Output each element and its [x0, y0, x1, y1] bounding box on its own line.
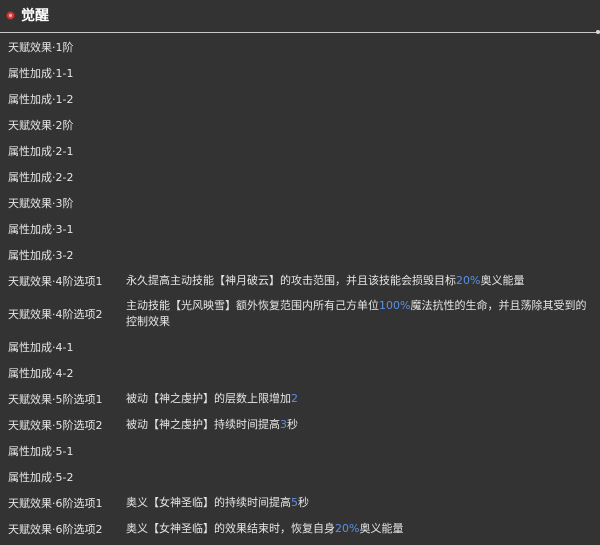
- highlight-value: 20%: [456, 274, 481, 287]
- row-label: 属性加成·5-1: [8, 445, 74, 458]
- description-text: 永久提高主动技能【神月破云】的攻击范围，并且该技能会损毁目标: [126, 274, 456, 287]
- red-dot-icon: [6, 11, 15, 20]
- row-label: 天赋效果·5阶选项2: [8, 419, 103, 432]
- description-text: 奥义能量: [359, 522, 404, 535]
- section-header: 觉醒: [0, 0, 600, 34]
- row-label: 天赋效果·2阶: [8, 119, 74, 132]
- table-row: 属性加成·2-2: [0, 164, 600, 190]
- description-text: 秒: [298, 496, 309, 509]
- highlight-value: 20%: [335, 522, 360, 535]
- row-label: 属性加成·2-1: [8, 145, 74, 158]
- table-row: 天赋效果·1阶: [0, 34, 600, 60]
- row-label: 属性加成·2-2: [8, 171, 74, 184]
- table-row: 属性加成·5-2: [0, 464, 600, 490]
- row-description: 被动【神之虔护】持续时间提高3秒: [126, 417, 592, 433]
- row-label: 天赋效果·4阶选项1: [8, 275, 103, 288]
- highlight-value: 3: [280, 418, 287, 431]
- awakening-panel: 觉醒 天赋效果·1阶 属性加成·1-1 属性加成·1-2 天赋效果·2阶 属性加成·2-…: [0, 0, 600, 545]
- highlight-value: 2: [291, 392, 298, 405]
- description-text: 奥义【女神圣临】的持续时间提高: [126, 496, 291, 509]
- table-row: 属性加成·1-2: [0, 86, 600, 112]
- row-description: 被动【神之虔护】的层数上限增加2: [126, 391, 592, 407]
- row-description: 主动技能【光风映雪】额外恢复范围内所有己方单位100%魔法抗性的生命，并且荡除其…: [126, 298, 592, 330]
- description-text: 被动【神之虔护】的层数上限增加: [126, 392, 291, 405]
- row-description: 奥义【女神圣临】的效果结束时，恢复自身20%奥义能量: [126, 521, 592, 537]
- table-row: 天赋效果·2阶: [0, 112, 600, 138]
- table-row: 属性加成·3-1: [0, 216, 600, 242]
- row-description: 奥义【女神圣临】的持续时间提高5秒: [126, 495, 592, 511]
- table-row: 属性加成·5-1: [0, 438, 600, 464]
- row-label: 属性加成·4-2: [8, 367, 74, 380]
- row-label: 属性加成·1-1: [8, 67, 74, 80]
- row-label: 天赋效果·6阶选项2: [8, 523, 103, 536]
- row-description: 永久提高主动技能【神月破云】的攻击范围，并且该技能会损毁目标20%奥义能量: [126, 273, 592, 289]
- section-title: 觉醒: [21, 8, 49, 24]
- highlight-value: 5: [291, 496, 298, 509]
- table-row: 天赋效果·5阶选项1 被动【神之虔护】的层数上限增加2: [0, 386, 600, 412]
- row-label: 天赋效果·6阶选项1: [8, 497, 103, 510]
- description-text: 被动【神之虔护】持续时间提高: [126, 418, 280, 431]
- table-row: 天赋效果·4阶选项2 主动技能【光风映雪】额外恢复范围内所有己方单位100%魔法抗…: [0, 294, 600, 334]
- table-row: 天赋效果·5阶选项2 被动【神之虔护】持续时间提高3秒: [0, 412, 600, 438]
- row-label: 天赋效果·1阶: [8, 41, 74, 54]
- table-row: 天赋效果·6阶选项1 奥义【女神圣临】的持续时间提高5秒: [0, 490, 600, 516]
- talent-list: 天赋效果·1阶 属性加成·1-1 属性加成·1-2 天赋效果·2阶 属性加成·2-1 属性…: [0, 34, 600, 542]
- highlight-value: 100%: [379, 299, 411, 312]
- table-row: 属性加成·2-1: [0, 138, 600, 164]
- description-text: 秒: [287, 418, 298, 431]
- row-label: 属性加成·1-2: [8, 93, 74, 106]
- row-label: 天赋效果·5阶选项1: [8, 393, 103, 406]
- row-label: 属性加成·3-1: [8, 223, 74, 236]
- table-row: 天赋效果·3阶: [0, 190, 600, 216]
- row-label: 天赋效果·3阶: [8, 197, 74, 210]
- table-row: 属性加成·4-1: [0, 334, 600, 360]
- row-label: 属性加成·5-2: [8, 471, 74, 484]
- description-text: 奥义【女神圣临】的效果结束时，恢复自身: [126, 522, 335, 535]
- table-row: 天赋效果·4阶选项1 永久提高主动技能【神月破云】的攻击范围，并且该技能会损毁目标…: [0, 268, 600, 294]
- table-row: 属性加成·3-2: [0, 242, 600, 268]
- table-row: 属性加成·4-2: [0, 360, 600, 386]
- row-label: 天赋效果·4阶选项2: [8, 308, 103, 321]
- description-text: 主动技能【光风映雪】额外恢复范围内所有己方单位: [126, 299, 379, 312]
- row-label: 属性加成·3-2: [8, 249, 74, 262]
- table-row: 属性加成·1-1: [0, 60, 600, 86]
- description-text: 奥义能量: [480, 274, 525, 287]
- table-row: 天赋效果·6阶选项2 奥义【女神圣临】的效果结束时，恢复自身20%奥义能量: [0, 516, 600, 542]
- row-label: 属性加成·4-1: [8, 341, 74, 354]
